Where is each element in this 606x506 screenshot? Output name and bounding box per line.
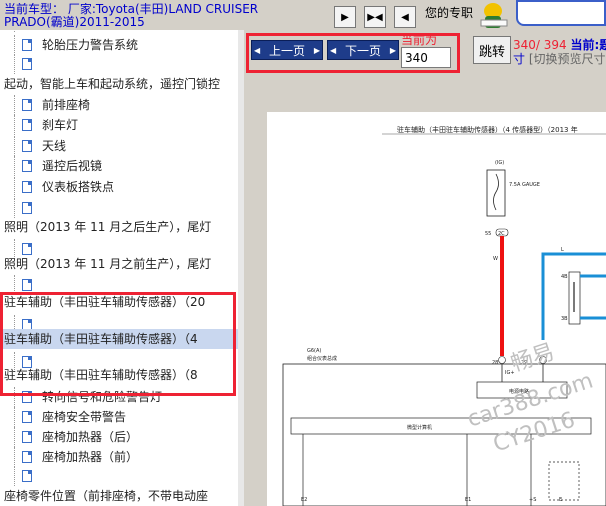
document-icon — [22, 140, 32, 152]
tree-connector — [14, 156, 15, 176]
wiring-diagram: 驻车辅助（丰田驻车辅助传感器）（4 传感器型）（2013 年 (IG) 7.5A… — [282, 125, 606, 506]
wire-color-label: W — [493, 256, 498, 262]
split-icon[interactable]: ▶◀ — [364, 6, 386, 28]
wire-right-label: L — [561, 247, 564, 253]
tree-item[interactable]: 接线连接器（2号CAN） — [0, 30, 238, 32]
tree-item-label: 座椅安全带警告 — [42, 410, 127, 424]
vehicle-line-2: PRADO(霸道)2011-2015 — [4, 15, 145, 29]
play-left-icon[interactable]: ◀ — [394, 6, 416, 28]
document-icon — [22, 39, 32, 51]
tree-item[interactable]: 起动，智能上车和起动系统，遥控门锁控 — [0, 74, 238, 94]
tree-connector — [14, 115, 15, 135]
tree-item[interactable]: 前排座椅 — [0, 95, 238, 115]
document-icon — [22, 58, 32, 70]
transistor-box — [548, 461, 580, 501]
switch-hint: [切换预览尺寸 — [528, 52, 606, 66]
tree-connector — [14, 30, 15, 32]
ecu-name: 组合仪表总成 — [307, 355, 337, 362]
highlight-box-tree — [0, 292, 236, 396]
current-page-label: 当前为 — [401, 33, 438, 47]
tree-connector — [14, 427, 15, 447]
tree-item-label: 轮胎压力警告系统 — [42, 38, 139, 52]
tree-item-label: 座椅零件位置（前排座椅，不带电动座 — [4, 489, 209, 503]
document-icon — [22, 119, 32, 131]
pin-c-circle — [498, 356, 506, 364]
document-icon — [22, 99, 32, 111]
pin-c: 28 — [492, 360, 498, 366]
tree-item-doc[interactable] — [0, 54, 238, 74]
bottom-label-2: E1 — [465, 497, 471, 503]
tree-item[interactable]: 照明（2013 年 11 月之前生产），尾灯 — [0, 254, 238, 274]
tree-connector — [14, 136, 15, 156]
microcomputer-label: 微型计算机 — [407, 424, 432, 431]
bottom-label-1: E2 — [301, 497, 307, 503]
jump-button[interactable]: 跳转 — [473, 36, 511, 64]
vehicle-info: 当前车型： 厂家:Toyota(丰田)LAND CRUISER PRADO(霸道… — [4, 3, 332, 29]
fuse-text: 7.5A GAUGE — [509, 182, 540, 188]
switch-label: 寸 — [513, 52, 526, 66]
fuse-symbol — [493, 173, 499, 211]
tree-item-doc[interactable] — [0, 466, 238, 486]
page-number-input[interactable] — [401, 47, 451, 68]
side-panel-tab[interactable] — [516, 0, 606, 26]
document-icon — [22, 202, 32, 214]
tree-item[interactable]: 座椅加热器（前） — [0, 447, 238, 467]
ecu-id: G6(A) — [307, 348, 321, 354]
catalog-tree: 接线连接器（2号CAN） 轮胎压力警告系统起动，智能上车和起动系统，遥控门锁控前排… — [0, 30, 238, 506]
document-icon — [22, 470, 32, 482]
mascot-icon — [473, 0, 515, 30]
play-icon[interactable]: ▶ — [334, 6, 356, 28]
tree-item-label: 仪表板搭铁点 — [42, 180, 115, 194]
tree-item-label: 刹车灯 — [42, 118, 79, 132]
document-icon — [22, 451, 32, 463]
tree-connector — [14, 198, 15, 218]
tree-item-label: 起动，智能上车和起动系统，遥控门锁控 — [4, 77, 221, 91]
tree-connector — [14, 35, 15, 55]
document-icon — [22, 160, 32, 172]
pro-label: 您的专职 — [425, 6, 474, 20]
tree-item[interactable]: 轮胎压力警告系统 — [0, 35, 238, 55]
tree-connector — [14, 95, 15, 115]
tree-item[interactable]: 座椅零件位置（前排座椅，不带电动座 — [0, 486, 238, 506]
tree-item-label: 座椅加热器（前） — [42, 450, 139, 464]
tree-item[interactable]: 座椅加热器（后） — [0, 427, 238, 447]
pin-a: 4B — [561, 274, 568, 280]
tree-item-label: 接线连接器（2号CAN） — [42, 30, 171, 32]
tree-item-label: 遥控后视镜 — [42, 159, 103, 173]
tree-item[interactable]: 天线 — [0, 136, 238, 156]
tree-item[interactable]: 照明（2013 年 11 月之后生产），尾灯 — [0, 217, 238, 237]
tree-item-label: 照明（2013 年 11 月之前生产），尾灯 — [4, 257, 212, 271]
document-icon — [22, 411, 32, 423]
document-icon — [22, 279, 32, 291]
document-icon — [22, 431, 32, 443]
tree-connector — [14, 54, 15, 74]
bottom-label-4: E — [559, 497, 562, 503]
tree-connector — [14, 447, 15, 467]
tree-item-doc[interactable] — [0, 198, 238, 218]
tree-connector — [14, 466, 15, 486]
pin-b: 3B — [561, 316, 568, 322]
tree-connector — [14, 407, 15, 427]
tree-item-label: 前排座椅 — [42, 98, 91, 112]
document-icon — [22, 181, 32, 193]
tree-item-label: 天线 — [42, 139, 67, 153]
tree-item-label: 照明（2013 年 11 月之后生产），尾灯 — [4, 220, 212, 234]
tree-connector — [14, 177, 15, 197]
fuse-id: (IG) — [495, 160, 504, 166]
tree-item[interactable]: 座椅安全带警告 — [0, 407, 238, 427]
tree-item-label: 座椅加热器（后） — [42, 430, 139, 444]
switch-preview-size[interactable]: 寸 [切换预览尺寸 — [513, 50, 606, 67]
bottom-label-3: +S — [529, 497, 536, 503]
tree-item[interactable]: 仪表板搭铁点 — [0, 177, 238, 197]
tree-item[interactable]: 刹车灯 — [0, 115, 238, 135]
connector-top-pin: 55 — [485, 231, 491, 237]
tree-item[interactable]: 遥控后视镜 — [0, 156, 238, 176]
diagram-title: 驻车辅助（丰田驻车辅助传感器）（4 传感器型）（2013 年 — [397, 125, 578, 134]
